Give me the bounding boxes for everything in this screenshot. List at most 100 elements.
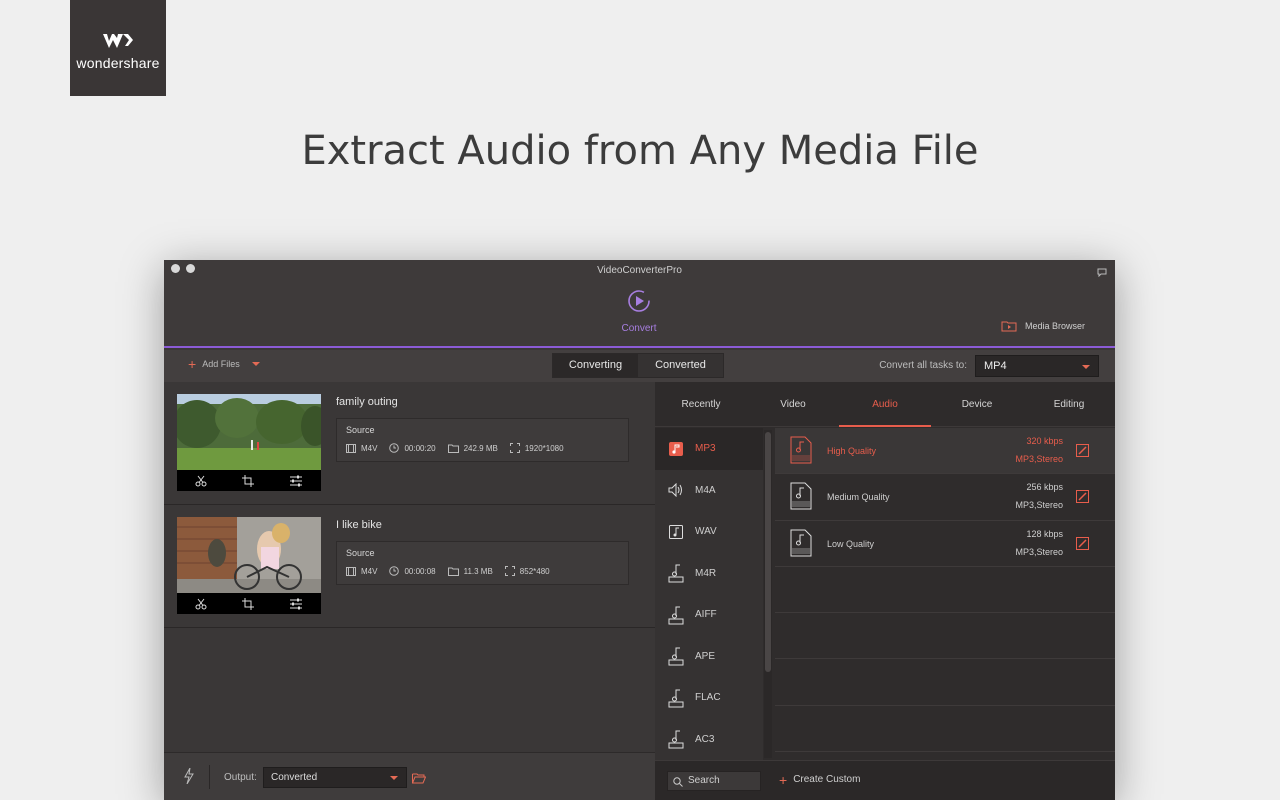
- tab-device[interactable]: Device: [931, 382, 1023, 426]
- create-custom-button[interactable]: + Create Custom: [779, 771, 860, 788]
- format-list-scrollbar[interactable]: [764, 430, 772, 758]
- thumbnail-image: [177, 517, 321, 593]
- source-info: Source M4V 00:00:08 11.3 MB 852*480: [336, 541, 629, 585]
- flac-file-icon: [667, 688, 685, 708]
- output-folder-select[interactable]: Converted: [263, 767, 407, 788]
- wondershare-mark-icon: [103, 34, 133, 48]
- quality-empty-row: [775, 659, 1115, 706]
- video-thumbnail[interactable]: [177, 517, 321, 614]
- quality-item-medium[interactable]: Medium Quality 256 kbps MP3,Stereo: [775, 474, 1115, 521]
- high-quality-icon: [789, 436, 813, 469]
- add-files-button[interactable]: + Add Files: [188, 357, 260, 371]
- file-size: 242.9 MB: [463, 443, 498, 453]
- format-item-wav[interactable]: WAV: [655, 511, 763, 553]
- edit-icon[interactable]: [1076, 444, 1089, 462]
- format-panel: Recently Video Audio Device Editing MP3 …: [655, 382, 1115, 800]
- format-item-ac3[interactable]: AC3: [655, 719, 763, 761]
- chevron-down-icon[interactable]: [251, 362, 260, 366]
- video-thumbnail[interactable]: [177, 394, 321, 491]
- tab-recently[interactable]: Recently: [655, 382, 747, 426]
- format-item-m4r[interactable]: M4R: [655, 553, 763, 595]
- scrollbar-thumb[interactable]: [765, 432, 771, 672]
- add-files-label: Add Files: [202, 359, 240, 369]
- format-item-aiff[interactable]: AIFF: [655, 594, 763, 636]
- format-label: FLAC: [695, 692, 721, 704]
- chevron-down-icon: [390, 776, 398, 780]
- tab-video[interactable]: Video: [747, 382, 839, 426]
- tab-converting[interactable]: Converting: [553, 354, 638, 377]
- convert-icon: [628, 290, 650, 312]
- media-browser-icon: [1001, 321, 1017, 332]
- plus-icon: +: [779, 771, 788, 788]
- aiff-file-icon: [667, 605, 685, 625]
- mp3-icon: [667, 439, 685, 459]
- edit-icon[interactable]: [1076, 536, 1089, 555]
- tab-converted[interactable]: Converted: [638, 354, 723, 377]
- audio-format-list: MP3 M4A WAV M4R AIFF APE FLAC AC3: [655, 428, 763, 760]
- crop-icon[interactable]: [241, 597, 254, 610]
- low-quality-icon: [789, 529, 813, 562]
- file-format: M4V: [361, 566, 378, 576]
- file-size: 11.3 MB: [463, 566, 493, 576]
- format-item-mp3[interactable]: MP3: [655, 428, 763, 470]
- convert-tab-label: Convert: [621, 323, 657, 334]
- quality-item-low[interactable]: Low Quality 128 kbps MP3,Stereo: [775, 521, 1115, 567]
- app-title: VideoConverterPro: [597, 265, 682, 276]
- search-icon: [673, 777, 683, 787]
- file-name: I like bike: [336, 519, 382, 531]
- chat-icon[interactable]: [1097, 264, 1107, 282]
- convert-all-format-select[interactable]: MP4: [975, 355, 1099, 377]
- quality-empty-row: [775, 706, 1115, 753]
- source-info: Source M4V 00:00:20 242.9 MB 1920*1080: [336, 418, 629, 462]
- file-name: family outing: [336, 396, 398, 408]
- quality-bitrate: 320 kbps: [1026, 436, 1063, 446]
- source-label: Source: [346, 425, 375, 435]
- convert-tab[interactable]: Convert: [614, 288, 664, 334]
- quality-bitrate: 128 kbps: [1026, 528, 1063, 539]
- divider: [209, 765, 210, 789]
- thumbnail-image: [177, 394, 321, 470]
- scissors-icon[interactable]: [195, 475, 207, 487]
- output-folder-value: Converted: [271, 772, 318, 783]
- file-resolution: 852*480: [519, 566, 550, 576]
- medium-quality-icon: [789, 482, 813, 515]
- media-browser-button[interactable]: Media Browser: [1001, 320, 1085, 332]
- quality-bitrate: 256 kbps: [1026, 482, 1063, 493]
- thumbnail-tools: [177, 470, 321, 491]
- file-list: family outing Source M4V 00:00:20 242.9 …: [164, 382, 655, 752]
- quality-name: Low Quality: [827, 538, 875, 549]
- edit-icon[interactable]: [1076, 490, 1089, 508]
- convert-all-format-value: MP4: [984, 360, 1007, 372]
- open-folder-icon[interactable]: [412, 771, 427, 789]
- lightning-icon[interactable]: [184, 767, 194, 789]
- title-bar: VideoConverterPro Convert Media Browser: [164, 260, 1115, 348]
- quality-format: MP3,Stereo: [1015, 454, 1063, 464]
- tab-audio[interactable]: Audio: [839, 382, 931, 427]
- crop-icon[interactable]: [241, 474, 254, 487]
- adjust-icon[interactable]: [289, 475, 303, 487]
- quality-item-high[interactable]: High Quality 320 kbps MP3,Stereo: [775, 428, 1115, 475]
- format-label: AIFF: [695, 609, 717, 621]
- adjust-icon[interactable]: [289, 598, 303, 610]
- scissors-icon[interactable]: [195, 598, 207, 610]
- status-tabs: Converting Converted: [552, 353, 724, 378]
- format-item-ape[interactable]: APE: [655, 636, 763, 678]
- quality-format: MP3,Stereo: [1015, 546, 1063, 557]
- tab-editing[interactable]: Editing: [1023, 382, 1115, 426]
- list-item[interactable]: I like bike Source M4V 00:00:08 11.3 MB …: [164, 505, 655, 628]
- format-label: APE: [695, 650, 716, 662]
- logo-text: wondershare: [76, 55, 160, 71]
- output-label: Output:: [224, 772, 257, 783]
- film-icon: [346, 566, 356, 576]
- m4r-file-icon: [667, 563, 685, 583]
- folder-icon: [447, 567, 459, 576]
- quality-list: High Quality 320 kbps MP3,Stereo Medium …: [775, 428, 1115, 760]
- quality-empty-row: [775, 613, 1115, 660]
- format-item-flac[interactable]: FLAC: [655, 677, 763, 719]
- format-item-m4a[interactable]: M4A: [655, 470, 763, 512]
- source-meta: M4V 00:00:20 242.9 MB 1920*1080: [346, 443, 576, 453]
- search-input[interactable]: Search: [667, 771, 761, 791]
- toolbar: + Add Files Converting Converted Convert…: [164, 350, 1115, 382]
- list-item[interactable]: family outing Source M4V 00:00:20 242.9 …: [164, 382, 655, 505]
- format-label: M4R: [695, 567, 717, 579]
